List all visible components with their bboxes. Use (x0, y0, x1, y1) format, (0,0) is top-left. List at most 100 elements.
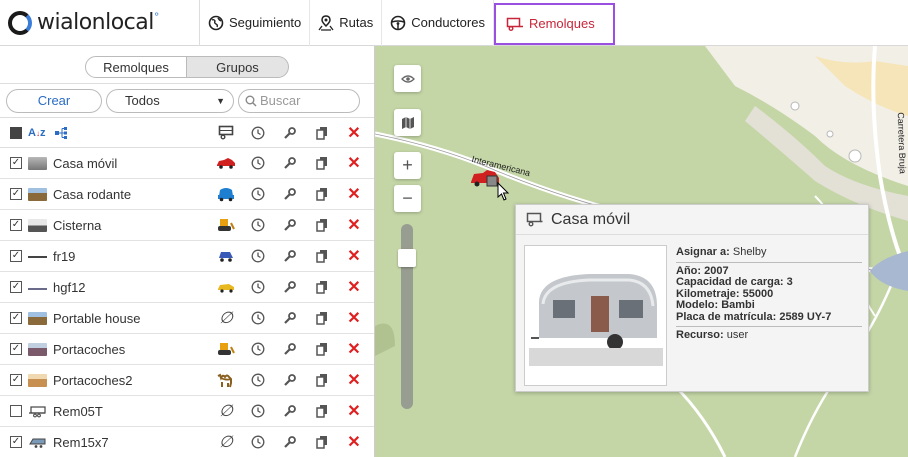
delete-icon[interactable]: ✕ (344, 427, 364, 457)
wrench-icon[interactable] (280, 148, 300, 178)
copy-icon[interactable] (312, 334, 332, 364)
wrench-icon[interactable] (280, 365, 300, 395)
map[interactable]: Interamericana Carretera Bruja + − Casa … (375, 46, 908, 457)
copy-icon[interactable] (312, 427, 332, 457)
list-item[interactable]: ✓ Portacoches ✕ (0, 334, 374, 365)
list-item[interactable]: ✓ fr19 ✕ (0, 241, 374, 272)
list-item[interactable]: Rem05T ∅ ✕ (0, 396, 374, 427)
row-checkbox[interactable]: ✓ (10, 219, 22, 231)
plus-icon: + (402, 155, 413, 175)
copy-icon[interactable] (312, 303, 332, 333)
delete-icon[interactable]: ✕ (344, 396, 364, 426)
popup-header: Casa móvil (516, 205, 868, 235)
top-navigation: wialonlocal° Seguimiento Rutas Conductor… (0, 0, 908, 46)
row-checkbox[interactable]: ✓ (10, 281, 22, 293)
group-tree-icon[interactable] (55, 126, 71, 139)
wrench-icon[interactable] (280, 179, 300, 209)
delete-icon[interactable]: ✕ (344, 272, 364, 302)
copy-icon[interactable] (312, 365, 332, 395)
row-checkbox[interactable]: ✓ (10, 188, 22, 200)
car-icon (216, 272, 236, 302)
history-icon[interactable] (248, 179, 268, 209)
wrench-icon[interactable] (280, 272, 300, 302)
delete-icon[interactable]: ✕ (344, 148, 364, 178)
search-icon (245, 95, 257, 107)
mouse-cursor-icon (497, 182, 510, 201)
wrench-icon[interactable] (280, 396, 300, 426)
filter-select[interactable]: Todos ▼ (106, 88, 234, 113)
copy-icon[interactable] (312, 148, 332, 178)
list-item[interactable]: ✓ Cisterna ✕ (0, 210, 374, 241)
list-item[interactable]: ✓ hgf12 ✕ (0, 272, 374, 303)
wrench-icon[interactable] (280, 241, 300, 271)
delete-icon[interactable]: ✕ (344, 210, 364, 240)
zoom-in-button[interactable]: + (394, 152, 421, 179)
history-icon[interactable] (248, 427, 268, 457)
history-icon[interactable] (248, 148, 268, 178)
logo-icon (8, 10, 32, 35)
list-item[interactable]: ✓ Rem15x7 ∅ ✕ (0, 427, 374, 457)
nav-item-rutas[interactable]: Rutas (310, 0, 383, 46)
delete-icon[interactable]: ✕ (344, 365, 364, 395)
search-input[interactable]: Buscar (238, 88, 360, 113)
history-icon[interactable] (248, 365, 268, 395)
nav-item-remolques[interactable]: Remolques (493, 2, 615, 45)
copy-icon[interactable] (312, 241, 332, 271)
sort-alpha-icon[interactable]: A↓z (28, 127, 45, 139)
row-checkbox[interactable]: ✓ (10, 312, 22, 324)
row-checkbox[interactable]: ✓ (10, 374, 22, 386)
logo-text: wialonlocal° (37, 10, 159, 35)
wrench-icon[interactable] (280, 303, 300, 333)
nav-item-conductores[interactable]: Conductores (382, 0, 494, 46)
trailer-thumbnail (28, 280, 47, 294)
copy-icon[interactable] (312, 396, 332, 426)
no-icon-icon: ∅ (219, 310, 233, 327)
history-icon[interactable] (248, 272, 268, 302)
resource-value: user (726, 329, 749, 341)
delete-icon[interactable]: ✕ (344, 334, 364, 364)
history-icon[interactable] (248, 303, 268, 333)
nav-item-seguimiento[interactable]: Seguimiento (200, 0, 311, 46)
list-item[interactable]: ✓ Casa rodante ✕ (0, 179, 374, 210)
tab-remolques[interactable]: Remolques (85, 56, 187, 78)
logo[interactable]: wialonlocal° (0, 0, 200, 46)
select-all-checkbox[interactable] (10, 126, 22, 139)
tab-grupos[interactable]: Grupos (187, 56, 289, 78)
copy-icon[interactable] (312, 210, 332, 240)
wrench-icon[interactable] (280, 334, 300, 364)
delete-icon[interactable]: ✕ (344, 241, 364, 271)
trailer-icon (526, 212, 543, 227)
visibility-button[interactable] (394, 65, 421, 92)
row-checkbox[interactable] (10, 405, 22, 417)
list-item[interactable]: ✓ Casa móvil ✕ (0, 148, 374, 179)
assign-value: Shelby (732, 246, 767, 258)
wrench-icon[interactable] (280, 210, 300, 240)
history-column-icon (248, 118, 268, 147)
delete-icon[interactable]: ✕ (344, 179, 364, 209)
trailer-thumbnail (28, 342, 47, 356)
row-checkbox[interactable]: ✓ (10, 343, 22, 355)
row-checkbox[interactable]: ✓ (10, 436, 22, 448)
nav-item-label: Rutas (339, 15, 374, 30)
delete-icon[interactable]: ✕ (344, 303, 364, 333)
row-checkbox[interactable]: ✓ (10, 250, 22, 262)
camel-icon (216, 365, 236, 395)
list-item[interactable]: ✓ Portacoches2 ✕ (0, 365, 374, 396)
unit-popup: Casa móvil Asignar a: Shelby Año: 2007 C… (515, 204, 869, 392)
row-checkbox[interactable]: ✓ (10, 157, 22, 169)
zoom-slider-handle[interactable] (398, 249, 416, 267)
wrench-icon[interactable] (280, 427, 300, 457)
zoom-out-button[interactable]: − (394, 185, 421, 212)
copy-icon[interactable] (312, 272, 332, 302)
history-icon[interactable] (248, 334, 268, 364)
list-item[interactable]: ✓ Portable house ∅ ✕ (0, 303, 374, 334)
delete-column-icon: ✕ (347, 124, 361, 142)
map-layers-button[interactable] (394, 109, 421, 136)
history-icon[interactable] (248, 396, 268, 426)
sidebar: Remolques Grupos Crear Todos ▼ Buscar A↓… (0, 46, 375, 457)
map-icon (401, 116, 414, 129)
create-button[interactable]: Crear (6, 88, 102, 113)
copy-icon[interactable] (312, 179, 332, 209)
history-icon[interactable] (248, 210, 268, 240)
history-icon[interactable] (248, 241, 268, 271)
